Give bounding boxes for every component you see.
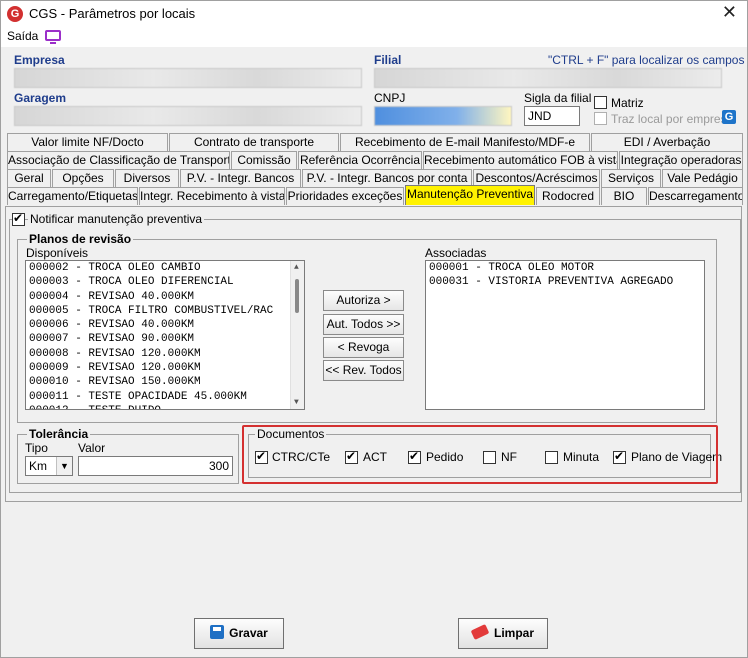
traz-local-label: Traz local por empresa (611, 112, 734, 126)
valor-input[interactable]: 300 (78, 456, 233, 476)
list-item[interactable]: 000003 - TROCA OLEO DIFERENCIAL (26, 275, 304, 289)
tab-descarregamento[interactable]: Descarregamento (648, 187, 743, 205)
aut-todos-button[interactable]: Aut. Todos >> (323, 314, 404, 335)
cnpj-field[interactable] (374, 106, 512, 126)
highlight-box (242, 425, 718, 484)
filial-label: Filial (374, 53, 402, 67)
chevron-down-icon[interactable]: ▼ (56, 457, 72, 475)
ctrl-f-hint: "CTRL + F" para localizar os campos (548, 53, 745, 67)
tab-comissao[interactable]: Comissão (231, 151, 297, 169)
list-item[interactable]: 000012 - TESTE DUIDO (26, 404, 304, 409)
list-item[interactable]: 000011 - TESTE OPACIDADE 45.000KM (26, 390, 304, 404)
gravar-button[interactable]: Gravar (194, 618, 284, 649)
tab-carregamento-etiquetas[interactable]: Carregamento/Etiquetas (7, 187, 138, 205)
garagem-field[interactable] (14, 106, 362, 126)
empresa-field[interactable] (14, 68, 362, 88)
sigla-input[interactable]: JND (524, 106, 580, 126)
disponiveis-list[interactable]: 000002 - TROCA OLEO CAMBIO 000003 - TROCA… (25, 260, 305, 410)
tipo-select[interactable]: Km ▼ (25, 456, 73, 476)
list-item[interactable]: 000004 - REVISAO 40.000KM (26, 290, 304, 304)
scroll-thumb[interactable] (295, 279, 299, 313)
tab-rodocred[interactable]: Rodocred (536, 187, 600, 205)
notificar-checkbox[interactable] (12, 211, 25, 226)
valor-label: Valor (78, 441, 106, 455)
close-icon[interactable]: ✕ (722, 2, 737, 23)
app-logo-icon: G (7, 6, 23, 22)
garagem-label: Garagem (14, 91, 67, 105)
tipo-value: Km (29, 459, 47, 473)
scroll-down-icon[interactable]: ▼ (294, 398, 299, 407)
tab-pv-integr-bancos[interactable]: P.V. - Integr. Bancos (180, 169, 301, 187)
matriz-label: Matriz (611, 96, 644, 110)
matriz-checkbox[interactable] (594, 96, 607, 109)
list-item[interactable]: 000006 - REVISAO 40.000KM (26, 318, 304, 332)
tab-geral[interactable]: Geral (7, 169, 51, 187)
tab-integracao-operadoras[interactable]: Integração operadoras (619, 151, 743, 169)
limpar-button[interactable]: Limpar (458, 618, 548, 649)
disponiveis-label: Disponíveis (26, 246, 89, 260)
tab-recebimento-fob[interactable]: Recebimento automático FOB à vista (423, 151, 618, 169)
autoriza-button[interactable]: Autoriza > (323, 290, 404, 311)
list-item[interactable]: 000031 - VISTORIA PREVENTIVA AGREGADO (426, 275, 704, 289)
list-item[interactable]: 000010 - REVISAO 150.000KM (26, 375, 304, 389)
eraser-icon (470, 624, 490, 640)
tab-edi-averbacao[interactable]: EDI / Averbação (591, 133, 743, 151)
associadas-label: Associadas (425, 246, 487, 260)
tab-integr-recebimento-vista[interactable]: Integr. Recebimento à vista (139, 187, 285, 205)
tab-opcoes[interactable]: Opções (52, 169, 114, 187)
tab-referencia-ocorrencia[interactable]: Referência Ocorrência (298, 151, 422, 169)
title-bar: G CGS - Parâmetros por locais ✕ (1, 1, 747, 27)
menu-saida[interactable]: Saída (7, 29, 38, 43)
tab-bio[interactable]: BIO (601, 187, 647, 205)
tab-contrato-transporte[interactable]: Contrato de transporte (169, 133, 339, 151)
tab-vale-pedagio[interactable]: Vale Pedágio (662, 169, 743, 187)
notificar-label: Notificar manutenção preventiva (28, 212, 205, 226)
list-item[interactable]: 000001 - TROCA OLEO MOTOR (426, 261, 704, 275)
tipo-label: Tipo (25, 441, 48, 455)
tab-valor-limite[interactable]: Valor limite NF/Docto (7, 133, 168, 151)
scroll-up-icon[interactable]: ▲ (294, 263, 299, 272)
monitor-icon[interactable] (45, 30, 61, 44)
empresa-label: Empresa (14, 53, 65, 67)
cnpj-label: CNPJ (374, 91, 406, 105)
window-title: CGS - Parâmetros por locais (29, 6, 196, 21)
gravar-label: Gravar (229, 626, 268, 640)
tab-servicos[interactable]: Serviços (601, 169, 661, 187)
limpar-label: Limpar (493, 626, 534, 640)
list-item[interactable]: 000007 - REVISAO 90.000KM (26, 332, 304, 346)
revoga-button[interactable]: < Revoga (323, 337, 404, 358)
traz-local-checkbox[interactable] (594, 112, 607, 125)
list-item[interactable]: 000005 - TROCA FILTRO COMBUSTIVEL/RAC (26, 304, 304, 318)
list-item[interactable]: 000009 - REVISAO 120.000KM (26, 361, 304, 375)
cgs-logo-icon: G (722, 110, 736, 124)
planos-title: Planos de revisão (27, 232, 134, 246)
filial-field[interactable] (374, 68, 722, 88)
rev-todos-button[interactable]: << Rev. Todos (323, 360, 404, 381)
disponiveis-scrollbar[interactable]: ▲ ▼ (290, 261, 304, 409)
tab-prioridades-excecoes[interactable]: Prioridades exceções (286, 187, 404, 205)
tab-manutencao-preventiva[interactable]: Manutenção Preventiva (405, 185, 535, 205)
list-item[interactable]: 000008 - REVISAO 120.000KM (26, 347, 304, 361)
tab-associacao-classificacao[interactable]: Associação de Classificação de Transport… (7, 151, 230, 169)
tab-diversos[interactable]: Diversos (115, 169, 179, 187)
tolerancia-title: Tolerância (27, 427, 91, 441)
main-window: G CGS - Parâmetros por locais ✕ Saída Em… (0, 0, 748, 658)
menu-bar: Saída (1, 27, 747, 47)
sigla-label: Sigla da filial (524, 91, 592, 105)
list-item[interactable]: 000002 - TROCA OLEO CAMBIO (26, 261, 304, 275)
save-icon (210, 625, 225, 639)
tab-recebimento-email[interactable]: Recebimento de E-mail Manifesto/MDF-e (340, 133, 590, 151)
associadas-list[interactable]: 000001 - TROCA OLEO MOTOR 000031 - VISTOR… (425, 260, 705, 410)
